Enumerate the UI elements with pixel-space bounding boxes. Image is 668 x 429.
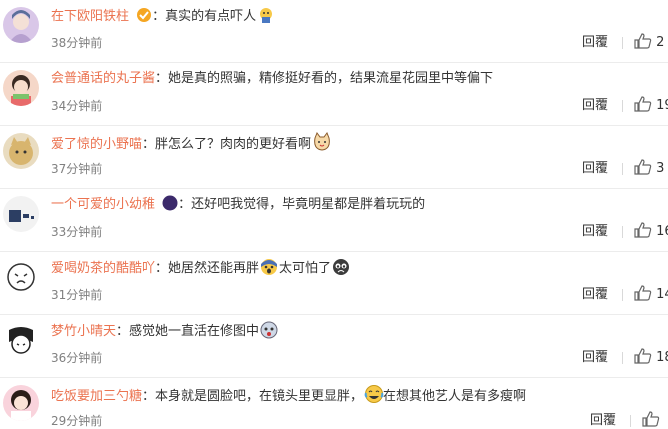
comment-text: 本身就是圆脸吧，在镜头里更显胖， [155,389,364,404]
separator: ： [142,389,156,404]
separator: ： [116,324,130,339]
thumbs-up-icon [634,222,652,239]
avatar[interactable] [3,322,39,358]
comment-list: 在下欧阳铁柱 ：真实的有点吓人 38分钟前 回覆 2 会普通话的丸子酱：她是真的… [0,0,668,429]
avatar[interactable] [3,133,39,169]
like-button[interactable]: 18 [634,348,668,368]
comment-row: 会普通话的丸子酱：她是真的照骗，精修挺好看的，结果流星花园里中等偏下 34分钟前… [0,63,668,126]
like-count: 18 [656,350,668,365]
reply-button[interactable]: 回覆 [582,33,608,53]
username-link[interactable]: 爱了惊的小野喵 [51,137,142,152]
reply-button[interactable]: 回覆 [582,348,608,368]
comment-row: 一个可爱的小幼稚 ：还好吧我觉得，毕竟明星都是胖着玩玩的 33分钟前 回覆 16 [0,189,668,252]
divider [622,289,623,301]
separator: ： [178,197,192,212]
username-link[interactable]: 梦竹小晴天 [51,324,116,339]
like-button[interactable]: 3 [634,159,668,179]
reply-button[interactable]: 回覆 [582,96,608,116]
reply-button[interactable]: 回覆 [582,285,608,305]
comment-time: 36分钟前 [51,351,103,365]
divider [622,100,623,112]
like-button[interactable] [642,411,668,429]
username-link[interactable]: 一个可爱的小幼稚 [51,197,155,212]
comment-time: 37分钟前 [51,162,103,176]
comment-text: 她是真的照骗，精修挺好看的，结果流星花园里中等偏下 [168,71,494,86]
comment-text-tail: 在想其他艺人是有多瘦啊 [383,389,527,404]
reply-button[interactable]: 回覆 [582,159,608,179]
username-link[interactable]: 爱喝奶茶的酷酷吖 [51,261,155,276]
thumbs-up-icon [634,96,652,113]
thumbs-up-icon [634,33,652,50]
avatar[interactable] [3,259,39,295]
username-link[interactable]: 在下欧阳铁柱 [51,9,129,24]
comment-time: 34分钟前 [51,99,103,113]
thumbs-up-icon [634,348,652,365]
reply-button[interactable]: 回覆 [582,222,608,242]
divider [630,415,631,427]
thumbs-up-icon [642,411,660,428]
separator: ： [142,137,156,152]
comment-text: 感觉她一直活在修图中 [129,324,260,339]
username-link[interactable]: 会普通话的丸子酱 [51,71,155,86]
comment-text-tail: 太可怕了 [279,261,332,276]
comment-time: 29分钟前 [51,414,103,428]
divider [622,37,623,49]
divider [622,226,623,238]
laugh-cry-emoji-icon [364,384,384,403]
comment-row: 爱了惊的小野喵：胖怎么了？肉肉的更好看啊 37分钟前 回覆 3 [0,126,668,189]
comment-text: 还好吧我觉得，毕竟明星都是胖着玩玩的 [191,197,426,212]
comment-row: 爱喝奶茶的酷酷吖：她居然还能再胖 太可怕了 31分钟前 回覆 14 [0,252,668,315]
like-button[interactable]: 19 [634,96,668,116]
like-button[interactable]: 14 [634,285,668,305]
separator: ： [152,9,166,24]
separator: ： [155,71,169,86]
thumbs-up-icon [634,159,652,176]
like-count: 3 [656,161,665,176]
avatar[interactable] [3,70,39,106]
shocked-emoji-icon [260,258,278,276]
separator: ： [155,261,169,276]
like-count: 14 [656,287,668,302]
comment-text: 她居然还能再胖 [168,261,260,276]
thumbs-up-icon [634,285,652,302]
avatar[interactable] [3,7,39,43]
comment-time: 33分钟前 [51,225,103,239]
vip-badge-icon [136,7,152,23]
like-count: 19 [656,98,668,113]
comment-text: 真实的有点吓人 [165,9,257,24]
scared-emoji-icon [257,6,275,24]
comment-text: 胖怎么了？肉肉的更好看啊 [155,137,312,152]
reply-button[interactable]: 回覆 [590,411,616,429]
avatar[interactable] [3,385,39,421]
avatar[interactable] [3,196,39,232]
like-button[interactable]: 2 [634,33,668,53]
like-count: 16 [656,224,668,239]
crying-emoji-icon [332,258,350,276]
comment-time: 38分钟前 [51,36,103,50]
comment-row: 梦竹小晴天：感觉她一直活在修图中 36分钟前 回覆 18 [0,315,668,378]
username-link[interactable]: 吃饭要加三勺糖 [51,389,142,404]
divider [622,352,623,364]
scared-emoji-icon [260,321,278,339]
divider [622,163,623,175]
comment-row: 在下欧阳铁柱 ：真实的有点吓人 38分钟前 回覆 2 [0,0,668,63]
cat-emoji-icon [312,131,330,151]
moon-badge-icon [162,195,178,211]
like-count: 2 [656,35,665,50]
like-button[interactable]: 16 [634,222,668,242]
comment-row: 吃饭要加三勺糖：本身就是圆脸吧，在镜头里更显胖， 在想其他艺人是有多瘦啊 29分钟… [0,378,668,429]
comment-time: 31分钟前 [51,288,103,302]
